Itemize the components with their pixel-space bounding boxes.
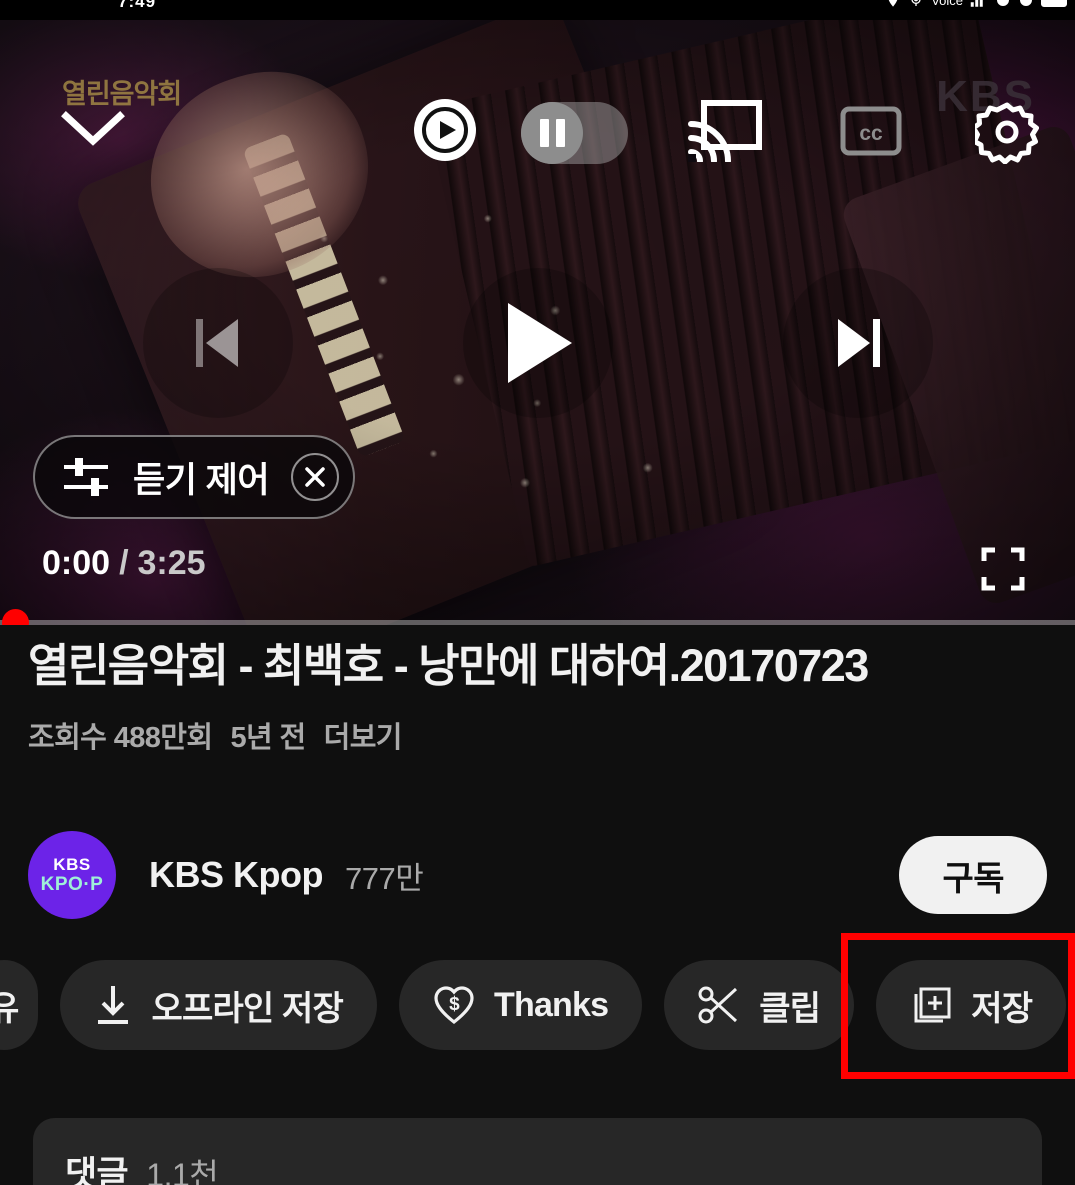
youtube-video-page: 7:49 Voice 열린음악회 KBS cc 듣기 제어 0:00 / 3:2… bbox=[0, 0, 1075, 1185]
close-icon bbox=[305, 467, 325, 487]
comments-title: 댓글 bbox=[65, 1155, 129, 1185]
player-center-controls bbox=[0, 40, 1075, 625]
battery-icon bbox=[1041, 0, 1067, 7]
fullscreen-icon bbox=[981, 547, 1025, 591]
download-chip-label: 오프라인 저장 bbox=[151, 989, 344, 1028]
skip-previous-icon bbox=[195, 318, 238, 367]
comments-count: 1.1천 bbox=[146, 1157, 219, 1185]
play-icon bbox=[507, 302, 572, 383]
clip-chip-label: 클립 bbox=[759, 989, 821, 1028]
chip-thanks[interactable]: $ Thanks bbox=[399, 960, 643, 1050]
avatar-line-1: KBS bbox=[53, 855, 91, 874]
status-bar: 7:49 Voice bbox=[0, 0, 1075, 20]
status-bar-time: 7:49 bbox=[118, 0, 157, 11]
current-time: 0:00 bbox=[42, 544, 111, 582]
listening-controls-label: 듣기 제어 bbox=[133, 460, 270, 500]
previous-button[interactable] bbox=[142, 267, 293, 418]
download-icon bbox=[98, 986, 129, 1024]
video-subtext[interactable]: 조회수 488만회 5년 전 더보기 bbox=[0, 692, 1075, 756]
chip-save[interactable]: 저장 bbox=[876, 960, 1067, 1050]
skip-next-icon bbox=[837, 318, 880, 367]
next-button[interactable] bbox=[782, 267, 933, 418]
time-separator: / bbox=[119, 544, 129, 582]
voice-label: Voice bbox=[931, 0, 963, 8]
player-time-display: 0:00 / 3:25 bbox=[42, 544, 206, 583]
show-more-link[interactable]: 더보기 bbox=[324, 722, 403, 754]
wifi-icon-2 bbox=[1020, 0, 1032, 6]
upload-age: 5년 전 bbox=[230, 721, 306, 754]
comments-card[interactable]: 댓글 1.1천 bbox=[33, 1118, 1042, 1185]
wifi-icon bbox=[997, 0, 1009, 6]
listening-controls-chip[interactable]: 듣기 제어 bbox=[33, 435, 356, 519]
chip-download[interactable]: 오프라인 저장 bbox=[60, 960, 378, 1050]
chip-clip[interactable]: 클립 bbox=[664, 960, 855, 1050]
play-button[interactable] bbox=[462, 267, 613, 418]
listening-controls-close-button[interactable] bbox=[291, 453, 340, 501]
save-chip-label: 저장 bbox=[971, 989, 1033, 1028]
subscriber-count: 777만 bbox=[344, 860, 424, 896]
video-metadata: 열린음악회 - 최백호 - 낭만에 대하여.20170723 조회수 488만회… bbox=[0, 640, 1075, 756]
avatar-line-2: KPO·P bbox=[40, 874, 104, 895]
video-title[interactable]: 열린음악회 - 최백호 - 낭만에 대하여.20170723 bbox=[0, 640, 1075, 692]
equalizer-sliders-icon bbox=[64, 458, 108, 496]
voice-icon bbox=[911, 0, 921, 6]
channel-row: KBS KPO·P KBS Kpop 777만 구독 bbox=[0, 825, 1075, 925]
scissors-icon bbox=[698, 986, 738, 1024]
duration-time: 3:25 bbox=[137, 544, 206, 582]
action-chips-row: 유 오프라인 저장 $ Thanks 클립 저장 bbox=[0, 960, 1075, 1050]
view-count: 조회수 488만회 bbox=[28, 721, 213, 754]
chip-share[interactable]: 유 bbox=[0, 960, 39, 1050]
save-library-icon bbox=[914, 987, 951, 1023]
progress-bar[interactable] bbox=[0, 609, 1075, 625]
subscribe-button[interactable]: 구독 bbox=[899, 836, 1047, 914]
status-bar-icons: Voice bbox=[885, 0, 1067, 8]
fullscreen-button[interactable] bbox=[981, 547, 1025, 591]
signal-icon bbox=[970, 0, 983, 7]
video-player[interactable]: 열린음악회 KBS cc 듣기 제어 0:00 / 3:25 bbox=[0, 20, 1075, 625]
thanks-chip-label: Thanks bbox=[494, 985, 609, 1024]
share-chip-label: 유 bbox=[0, 989, 19, 1028]
location-icon bbox=[888, 0, 898, 7]
svg-text:$: $ bbox=[449, 994, 460, 1015]
channel-avatar[interactable]: KBS KPO·P bbox=[28, 831, 116, 919]
channel-name[interactable]: KBS Kpop bbox=[149, 854, 323, 896]
heart-dollar-icon: $ bbox=[434, 986, 474, 1025]
